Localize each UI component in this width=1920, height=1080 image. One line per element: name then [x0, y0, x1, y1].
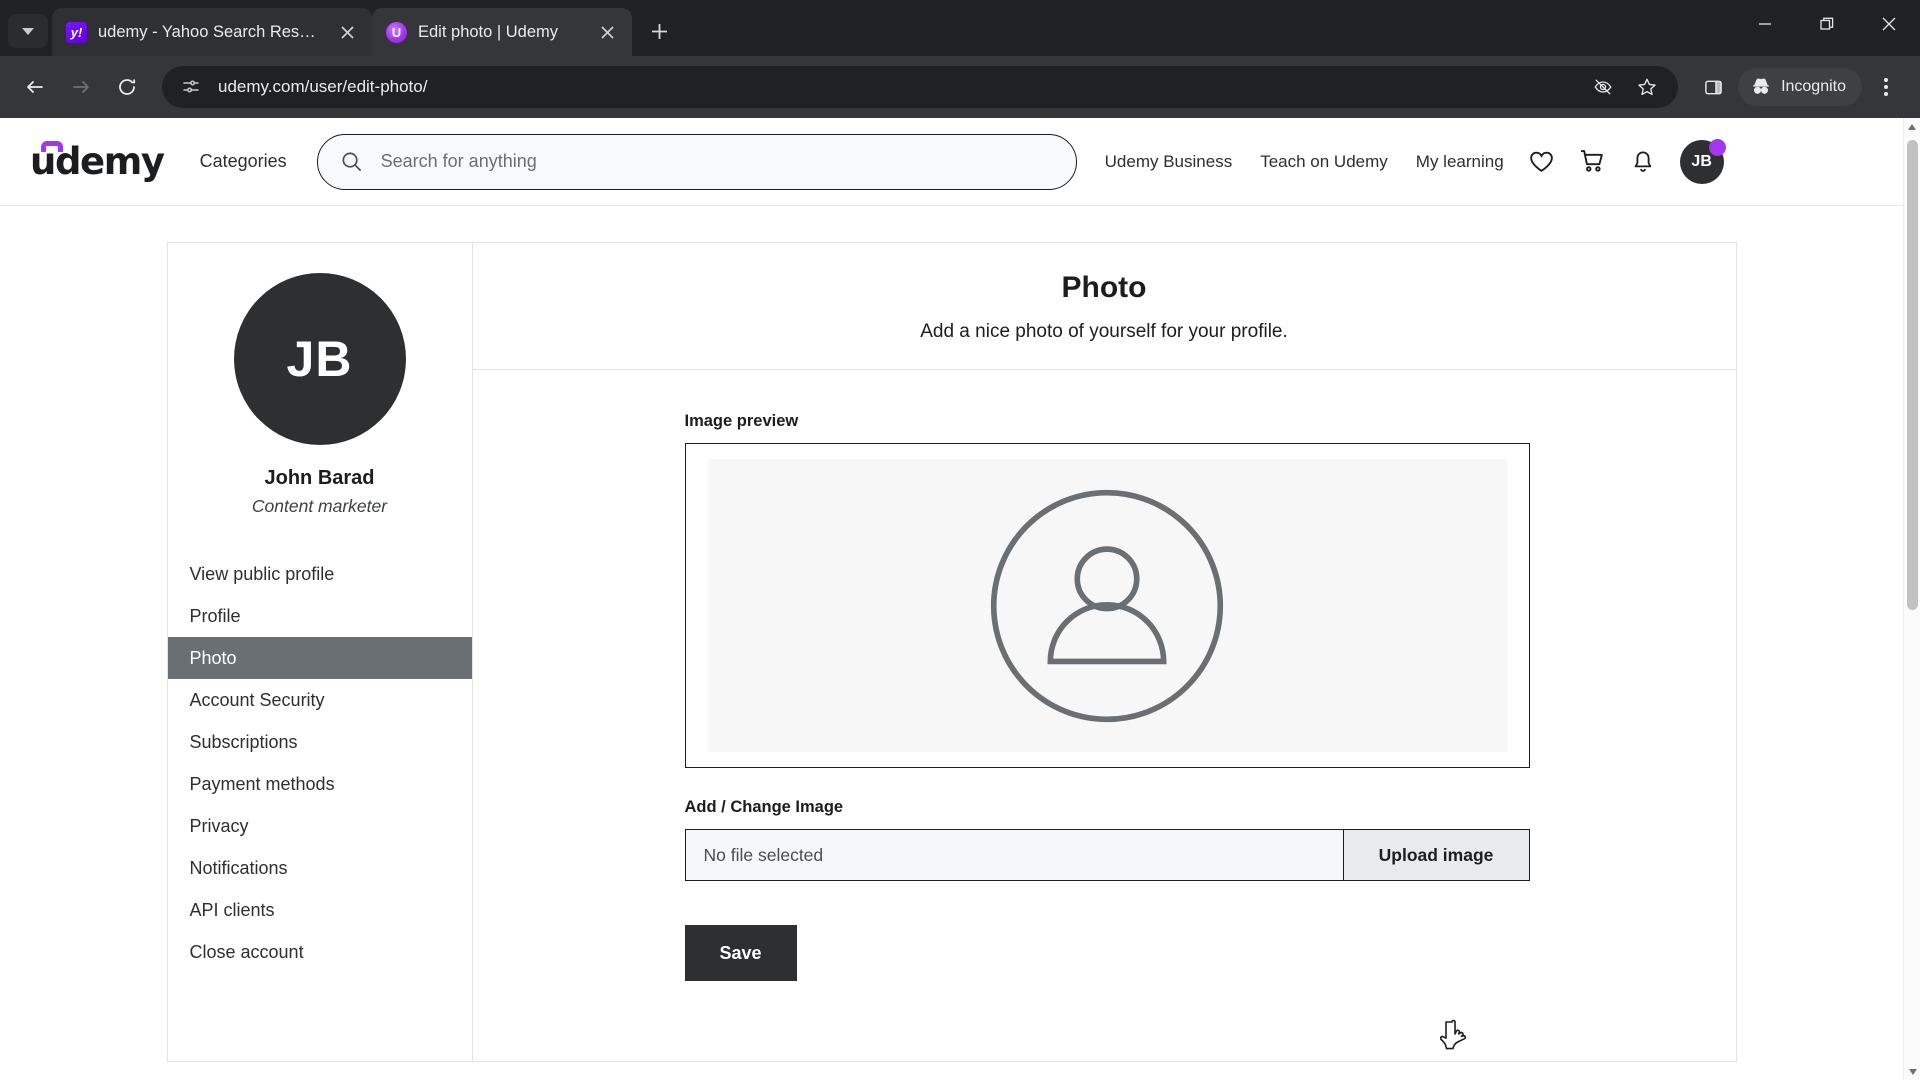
avatar[interactable]: JB	[1679, 138, 1726, 184]
site-settings-icon[interactable]	[178, 78, 204, 96]
page-viewport: udemy Categories Search for anything Ude…	[0, 118, 1920, 1080]
heart-icon[interactable]	[1528, 148, 1555, 175]
eye-off-icon[interactable]	[1586, 70, 1620, 104]
nav-categories[interactable]: Categories	[200, 151, 287, 172]
page-subtitle: Add a nice photo of yourself for your pr…	[920, 321, 1288, 342]
scroll-down-arrow[interactable]	[1904, 1063, 1920, 1080]
file-status-text: No file selected	[703, 844, 824, 865]
three-dot-menu-icon[interactable]	[1866, 67, 1906, 107]
page-content: JB John Barad Content marketer View publ…	[0, 206, 1903, 1062]
sidebar-item-privacy[interactable]: Privacy	[168, 805, 472, 847]
tab-title: udemy - Yahoo Search Results	[98, 22, 323, 41]
reload-icon[interactable]	[106, 66, 148, 108]
chevron-down-icon	[22, 27, 34, 35]
avatar-initials: JB	[1691, 152, 1712, 170]
file-upload-field[interactable]: No file selected Upload image	[684, 829, 1530, 881]
bell-icon[interactable]	[1630, 149, 1656, 175]
scroll-up-arrow[interactable]	[1904, 118, 1920, 135]
sidebar-avatar-initials: JB	[286, 331, 353, 387]
sidebar-item-subscriptions[interactable]: Subscriptions	[168, 721, 472, 763]
toolbar-right: Incognito	[1692, 66, 1906, 108]
scrollbar-thumb[interactable]	[1907, 140, 1918, 610]
sidebar-nav: View public profile Profile Photo Accoun…	[167, 553, 472, 973]
photo-panel: Photo Add a nice photo of yourself for y…	[471, 242, 1737, 1062]
close-button[interactable]	[1858, 0, 1920, 48]
udemy-logo[interactable]: udemy	[30, 140, 174, 180]
image-preview-label: Image preview	[684, 412, 799, 430]
incognito-indicator[interactable]: Incognito	[1738, 68, 1862, 106]
back-arrow-icon[interactable]	[14, 66, 56, 108]
cart-icon[interactable]	[1579, 148, 1606, 175]
browser-window: y! udemy - Yahoo Search Results U Edit p…	[0, 0, 1920, 1080]
udemy-page: udemy Categories Search for anything Ude…	[0, 118, 1903, 1080]
tab-search-button[interactable]	[8, 14, 48, 48]
sidebar-item-close-account[interactable]: Close account	[168, 931, 472, 973]
link-teach-on-udemy[interactable]: Teach on Udemy	[1260, 152, 1388, 172]
sidebar-item-view-public-profile[interactable]: View public profile	[168, 553, 472, 595]
forward-arrow-icon[interactable]	[60, 66, 102, 108]
tab-title: Edit photo | Udemy	[418, 22, 559, 41]
search-placeholder: Search for anything	[380, 151, 537, 171]
save-button[interactable]: Save	[684, 925, 797, 981]
sidebar-item-photo[interactable]: Photo	[167, 637, 472, 679]
favicon-label: y!	[70, 24, 83, 40]
sidebar-item-api-clients[interactable]: API clients	[168, 889, 472, 931]
search-icon	[342, 152, 361, 171]
sidebar-item-account-security[interactable]: Account Security	[168, 679, 472, 721]
star-icon[interactable]	[1630, 70, 1664, 104]
link-udemy-business[interactable]: Udemy Business	[1105, 152, 1233, 172]
omnibox-actions	[1586, 70, 1670, 104]
browser-tab-yahoo[interactable]: y! udemy - Yahoo Search Results	[52, 8, 372, 56]
sidebar-avatar: JB	[233, 273, 406, 445]
sidebar-item-profile[interactable]: Profile	[168, 595, 472, 637]
browser-tab-udemy[interactable]: U Edit photo | Udemy	[372, 8, 632, 56]
yahoo-favicon: y!	[66, 21, 87, 43]
favicon-label: U	[391, 24, 402, 40]
sidebar-user-headline: Content marketer	[251, 496, 388, 516]
address-bar[interactable]: udemy.com/user/edit-photo/	[162, 66, 1679, 108]
page-title: Photo	[1061, 271, 1147, 304]
browser-toolbar: udemy.com/user/edit-photo/ Incognito	[0, 56, 1920, 118]
side-panel-icon[interactable]	[1692, 66, 1734, 108]
header-links: Udemy Business Teach on Udemy My learnin…	[1105, 152, 1504, 172]
panel-header: Photo Add a nice photo of yourself for y…	[472, 243, 1736, 370]
search-input[interactable]: Search for anything	[316, 133, 1077, 190]
person-placeholder-icon	[990, 489, 1224, 722]
udemy-site-header: udemy Categories Search for anything Ude…	[0, 118, 1903, 206]
panel-body: Image preview Add / Change Image No file…	[473, 370, 1736, 981]
sidebar-item-payment-methods[interactable]: Payment methods	[168, 763, 472, 805]
tab-close-button[interactable]	[334, 19, 360, 45]
avatar-notification-badge	[1708, 138, 1726, 156]
page-scrollbar[interactable]	[1903, 118, 1920, 1080]
header-icons: JB	[1528, 138, 1726, 184]
add-change-image-label: Add / Change Image	[684, 798, 844, 816]
minimize-button[interactable]	[1734, 0, 1796, 48]
udemy-favicon: U	[386, 21, 407, 43]
incognito-hat-icon	[1753, 78, 1769, 94]
sidebar-item-notifications[interactable]: Notifications	[168, 847, 472, 889]
maximize-restore-button[interactable]	[1796, 0, 1858, 48]
link-my-learning[interactable]: My learning	[1416, 152, 1504, 172]
profile-sidebar: JB John Barad Content marketer View publ…	[166, 242, 472, 1062]
image-preview-box	[684, 443, 1530, 768]
url-text: udemy.com/user/edit-photo/	[218, 77, 428, 96]
sidebar-user-name: John Barad	[264, 467, 375, 489]
profile-card: JB John Barad Content marketer View publ…	[166, 242, 1737, 1062]
incognito-label: Incognito	[1781, 78, 1846, 95]
new-tab-button[interactable]	[640, 12, 678, 50]
upload-image-button[interactable]: Upload image	[1342, 830, 1529, 880]
tab-strip: y! udemy - Yahoo Search Results U Edit p…	[0, 0, 1920, 56]
window-controls	[1734, 0, 1920, 48]
udemy-logo-arc	[41, 140, 63, 152]
tab-close-button[interactable]	[594, 19, 620, 45]
